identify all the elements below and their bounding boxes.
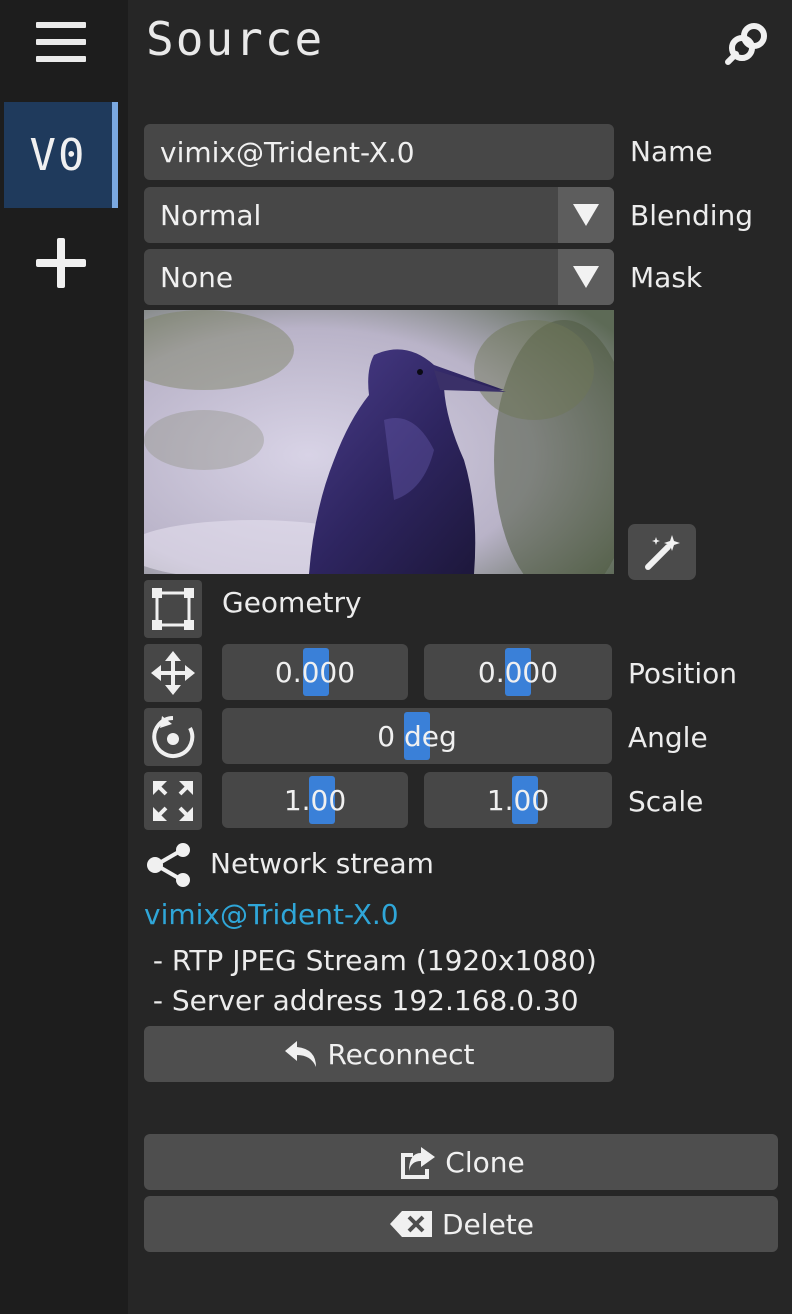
rotate-icon[interactable] bbox=[144, 708, 202, 766]
scale-y-value: 1.00 bbox=[486, 783, 550, 817]
reconnect-button[interactable]: Reconnect bbox=[144, 1026, 614, 1082]
view-tab-v0[interactable]: V0 bbox=[4, 102, 118, 208]
chevron-down-icon[interactable] bbox=[558, 187, 614, 243]
blending-value: Normal bbox=[160, 198, 262, 232]
position-y-slider[interactable]: 0.000 bbox=[424, 644, 612, 700]
geometry-icon[interactable] bbox=[144, 580, 202, 638]
delete-label: Delete bbox=[442, 1207, 534, 1241]
blending-select[interactable]: Normal bbox=[144, 187, 614, 243]
reconnect-label: Reconnect bbox=[327, 1037, 475, 1071]
name-field[interactable]: vimix@Trident-X.0 bbox=[144, 124, 614, 180]
scale-x-slider[interactable]: 1.00 bbox=[222, 772, 408, 828]
undo-arrow-icon bbox=[285, 1041, 317, 1067]
mask-value: None bbox=[160, 260, 234, 294]
scale-icon[interactable] bbox=[144, 772, 202, 830]
source-preview-image bbox=[144, 310, 614, 574]
mask-select[interactable]: None bbox=[144, 249, 614, 305]
position-x-value: 0.000 bbox=[274, 655, 356, 689]
position-y-value: 0.000 bbox=[477, 655, 559, 689]
position-x-slider[interactable]: 0.000 bbox=[222, 644, 408, 700]
page-title: Source bbox=[146, 12, 325, 66]
menu-icon[interactable] bbox=[36, 22, 86, 70]
clone-label: Clone bbox=[445, 1145, 525, 1179]
stream-info-line: - Server address 192.168.0.30 bbox=[144, 984, 579, 1017]
angle-label: Angle bbox=[628, 721, 708, 754]
name-label: Name bbox=[630, 135, 713, 168]
scale-y-slider[interactable]: 1.00 bbox=[424, 772, 612, 828]
magic-wand-icon[interactable] bbox=[628, 524, 696, 580]
delete-button[interactable]: Delete bbox=[144, 1196, 778, 1252]
stream-info-line: - RTP JPEG Stream (1920x1080) bbox=[144, 944, 597, 977]
angle-value: 0 deg bbox=[377, 719, 457, 753]
geometry-label: Geometry bbox=[222, 586, 362, 619]
angle-slider[interactable]: 0 deg bbox=[222, 708, 612, 764]
share-icon bbox=[146, 842, 192, 888]
blending-label: Blending bbox=[630, 199, 754, 232]
clone-button[interactable]: Clone bbox=[144, 1134, 778, 1190]
add-source-button[interactable] bbox=[36, 238, 86, 288]
move-icon[interactable] bbox=[144, 644, 202, 702]
scale-x-value: 1.00 bbox=[283, 783, 347, 817]
network-stream-label: Network stream bbox=[210, 847, 434, 880]
link-icon[interactable] bbox=[722, 18, 772, 68]
stream-source-name: vimix@Trident-X.0 bbox=[144, 898, 399, 931]
name-value: vimix@Trident-X.0 bbox=[160, 135, 415, 169]
mask-label: Mask bbox=[630, 261, 703, 294]
scale-label: Scale bbox=[628, 785, 704, 818]
clone-icon bbox=[401, 1147, 436, 1179]
position-label: Position bbox=[628, 657, 738, 690]
delete-icon bbox=[390, 1211, 432, 1237]
chevron-down-icon[interactable] bbox=[558, 249, 614, 305]
